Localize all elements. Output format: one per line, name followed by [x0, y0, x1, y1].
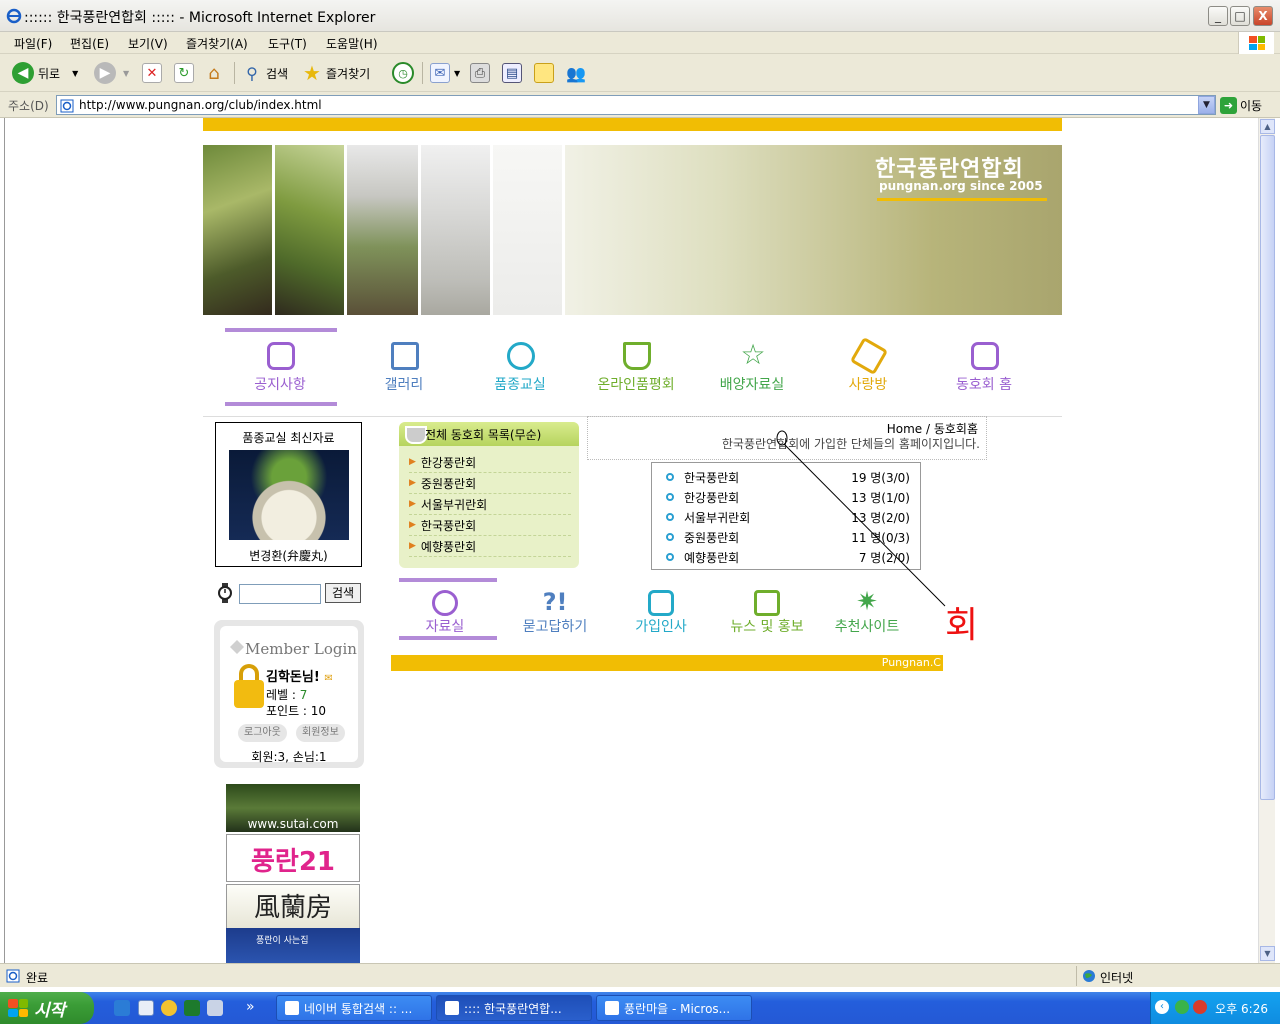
ie-quicklaunch-icon[interactable] [114, 1000, 130, 1016]
media-quicklaunch-icon[interactable] [161, 1000, 177, 1016]
status-bar: 완료 인터넷 [0, 963, 1280, 987]
go-arrow-icon: ➜ [1220, 96, 1237, 114]
menu-file[interactable]: 파일(F) [14, 35, 52, 52]
menu-view[interactable]: 보기(V) [128, 35, 168, 52]
ie-window-icon [605, 1001, 619, 1015]
address-dropdown-button[interactable]: ▼ [1198, 96, 1215, 114]
back-button[interactable]: ◀ 뒤로 ▼ [12, 61, 78, 85]
refresh-button[interactable]: ↻ [174, 61, 194, 85]
chevron-left-icon[interactable]: ‹ [1155, 1000, 1169, 1014]
maximize-button[interactable]: □ [1230, 6, 1250, 26]
task-pungnan[interactable]: :::: 한국풍란연합... [436, 995, 592, 1021]
globe-icon [1083, 970, 1095, 982]
title-bar: :::::: 한국풍란연합회 ::::: - Microsoft Interne… [0, 0, 1280, 32]
edit-button[interactable]: ▤ [502, 61, 522, 85]
chevron-down-icon: ▼ [123, 68, 130, 78]
forward-button[interactable]: ▶ ▼ [94, 61, 129, 85]
scroll-down-arrow-icon[interactable]: ▼ [1260, 946, 1275, 961]
search-icon: ⚲ [246, 63, 258, 83]
history-icon: ◷ [392, 62, 414, 84]
ie-window-icon [285, 1001, 299, 1015]
favorites-button[interactable]: ★ 즐겨찾기 [302, 61, 370, 85]
separator [234, 62, 235, 84]
system-tray: ‹ 오후 6:26 [1150, 992, 1280, 1024]
chevron-down-icon: ▼ [72, 68, 79, 78]
start-button[interactable]: 시작 [0, 992, 94, 1024]
annotation-line [776, 430, 946, 607]
network-icon[interactable] [1175, 1000, 1189, 1014]
task-pungnan-village[interactable]: 풍란마을 - Micros... [596, 995, 752, 1021]
explorer-quicklaunch-icon[interactable] [138, 1000, 154, 1016]
task-naver[interactable]: 네이버 통합검색 :: ... [276, 995, 432, 1021]
page-viewport: 한국풍란연합회 pungnan.org since 2005 공지사항 갤러리 … [4, 118, 1259, 963]
messenger-button[interactable]: 👥 [566, 61, 586, 85]
minimize-button[interactable]: _ [1208, 6, 1228, 26]
address-input[interactable]: http://www.pungnan.org/club/index.html [56, 95, 1216, 115]
windows-flag-icon [8, 999, 28, 1017]
vertical-scrollbar[interactable]: ▲ ▼ [1258, 118, 1275, 963]
scroll-up-arrow-icon[interactable]: ▲ [1260, 119, 1275, 134]
edit-page-icon: ▤ [502, 63, 522, 83]
discuss-button[interactable] [534, 61, 554, 85]
mail-button[interactable]: ✉ ▼ [430, 61, 460, 85]
annotation-text: 회 [945, 605, 979, 646]
home-button[interactable]: ⌂ [204, 61, 224, 85]
star-icon: ★ [303, 61, 321, 85]
separator [422, 62, 423, 84]
address-label: 주소(D) [8, 99, 49, 113]
menu-help[interactable]: 도움말(H) [326, 35, 378, 52]
mail-icon: ✉ [430, 63, 450, 83]
history-button[interactable]: ◷ [392, 61, 414, 85]
excel-quicklaunch-icon[interactable] [184, 1000, 200, 1016]
address-bar: 주소(D) http://www.pungnan.org/club/index.… [0, 92, 1280, 118]
print-button[interactable]: ⎙ [470, 61, 490, 85]
toolbar: ◀ 뒤로 ▼ ▶ ▼ ✕ ↻ ⌂ ⚲ 검색 ★ 즐겨찾기 ◷ ✉ ▼ ⎙ ▤ 👥 [0, 54, 1280, 92]
menu-favorites[interactable]: 즐겨찾기(A) [186, 35, 248, 52]
home-icon: ⌂ [208, 62, 220, 84]
window-title: :::::: 한국풍란연합회 ::::: - Microsoft Interne… [24, 10, 376, 26]
status-text: 완료 [26, 971, 49, 985]
refresh-icon: ↻ [174, 63, 194, 83]
back-arrow-icon: ◀ [12, 62, 34, 84]
page-done-icon [6, 969, 20, 983]
notepad-quicklaunch-icon[interactable] [207, 1000, 223, 1016]
chevron-right-icon[interactable]: » [246, 999, 255, 1015]
ie-window-icon [445, 1001, 459, 1015]
search-button[interactable]: ⚲ 검색 [242, 61, 288, 85]
ie-icon [6, 8, 22, 24]
go-button[interactable]: ➜ 이동 [1220, 95, 1262, 115]
scroll-thumb[interactable] [1260, 135, 1275, 800]
security-icon[interactable] [1193, 1000, 1207, 1014]
chevron-down-icon: ▼ [454, 68, 461, 78]
messenger-icon: 👥 [566, 63, 586, 83]
menu-tools[interactable]: 도구(T) [268, 35, 307, 52]
clock[interactable]: 오후 6:26 [1215, 1000, 1268, 1017]
print-icon: ⎙ [470, 63, 490, 83]
windows-logo-icon [1238, 32, 1274, 54]
menu-edit[interactable]: 편집(E) [70, 35, 109, 52]
stop-icon: ✕ [142, 63, 162, 83]
stop-button[interactable]: ✕ [142, 61, 162, 85]
menu-bar: 파일(F) 편집(E) 보기(V) 즐겨찾기(A) 도구(T) 도움말(H) [0, 32, 1280, 54]
taskbar: 시작 » 네이버 통합검색 :: ... :::: 한국풍란연합... 풍란마을… [0, 992, 1280, 1024]
security-zone: 인터넷 [1100, 971, 1134, 985]
note-icon [534, 63, 554, 83]
page-icon [60, 99, 74, 113]
separator [1076, 966, 1077, 986]
forward-arrow-icon: ▶ [94, 62, 116, 84]
close-button[interactable]: X [1253, 6, 1273, 26]
